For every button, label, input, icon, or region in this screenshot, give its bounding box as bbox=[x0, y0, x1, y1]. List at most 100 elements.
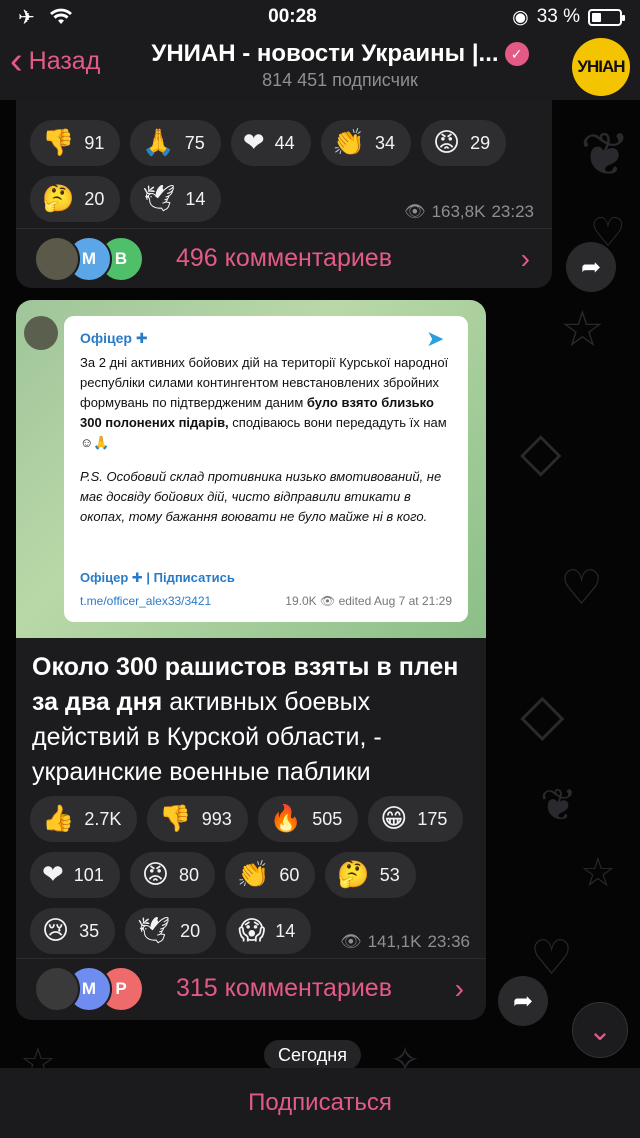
dove-icon: 🕊 bbox=[137, 916, 171, 946]
message-meta: 👁 141,1K 23:36 bbox=[340, 932, 470, 952]
comments-count: 496 комментариев bbox=[176, 244, 392, 272]
reaction-dove[interactable]: 🕊 14 bbox=[130, 176, 222, 222]
heart-icon: ❤ bbox=[42, 860, 64, 890]
quoted-meta: 19.0K 👁 edited Aug 7 at 21:29 bbox=[285, 594, 452, 608]
channel-info[interactable]: УНИАН - новости Украины |... ✓ 814 451 п… bbox=[130, 40, 550, 91]
reaction-count: 14 bbox=[275, 920, 296, 941]
fire-icon: 🔥 bbox=[269, 804, 303, 834]
reaction-pray[interactable]: 🙏 75 bbox=[130, 120, 221, 166]
reaction-angry[interactable]: 😡 80 bbox=[129, 852, 215, 898]
grin-icon: 😁 bbox=[380, 804, 408, 834]
reaction-thinking[interactable]: 🤔 20 bbox=[30, 176, 121, 222]
quoted-edited: edited Aug 7 at 21:29 bbox=[338, 594, 452, 608]
date-separator: Сегодня bbox=[264, 1040, 361, 1070]
comments-count: 315 комментариев bbox=[176, 974, 392, 1002]
reaction-count: 101 bbox=[73, 864, 104, 885]
reaction-heart[interactable]: ❤ 44 bbox=[230, 120, 311, 166]
comments-button[interactable]: M B 496 комментариев › bbox=[16, 228, 552, 288]
leaf-doodle-icon: ❦ bbox=[540, 780, 577, 831]
reaction-clap[interactable]: 👏 60 bbox=[224, 852, 316, 898]
message-meta: 👁 163,8K 23:23 bbox=[404, 202, 534, 222]
embedded-screenshot[interactable]: Офіцер ✚ ➤ За 2 дні активних бойових дій… bbox=[16, 300, 486, 638]
reactions-list: 👍 2.7K 👎 993 🔥 505 😁 175 ❤ 101 😡 80 👏 60 🤔 53 😢 35 🕊 20 😱 14 bbox=[30, 796, 480, 954]
message-text: Около 300 рашистов взяты в плен за два д… bbox=[32, 650, 472, 790]
reaction-count: 14 bbox=[185, 188, 206, 209]
thinking-icon: 🤔 bbox=[337, 860, 370, 890]
verified-badge-icon: ✓ bbox=[504, 42, 529, 66]
reaction-thumbs-down[interactable]: 👎 91 bbox=[30, 120, 121, 166]
share-icon: ➦ bbox=[512, 987, 534, 1015]
view-count: 141,1K bbox=[367, 932, 422, 951]
reaction-heart[interactable]: ❤ 101 bbox=[30, 852, 120, 898]
wifi-icon bbox=[49, 8, 72, 24]
reaction-clap[interactable]: 👏 34 bbox=[320, 120, 412, 166]
channel-avatar[interactable]: УНІАН bbox=[572, 38, 630, 96]
battery-icon bbox=[588, 8, 625, 26]
thinking-icon: 🤔 bbox=[42, 184, 75, 214]
channel-title: УНИАН - новости Украины |... bbox=[151, 40, 499, 67]
battery-percent: 33 % bbox=[536, 6, 580, 27]
reaction-count: 91 bbox=[84, 132, 105, 153]
avatar bbox=[34, 965, 80, 1012]
message-time: 23:23 bbox=[491, 202, 534, 221]
scroll-down-button[interactable]: ⌄ bbox=[572, 1002, 628, 1058]
quoted-postscript: P.S. Особовий склад противника низько вм… bbox=[80, 469, 442, 524]
airplane-mode-icon: ✈ bbox=[18, 6, 35, 29]
heart-doodle-icon: ♡ bbox=[530, 930, 574, 986]
thumbs-up-icon: 👍 bbox=[42, 804, 75, 834]
heart-icon: ❤ bbox=[242, 128, 265, 158]
reaction-thumbs-down[interactable]: 👎 993 bbox=[147, 796, 248, 842]
reaction-count: 34 bbox=[375, 132, 396, 153]
scream-icon: 😱 bbox=[238, 916, 266, 946]
reaction-count: 175 bbox=[417, 808, 448, 829]
star-doodle-icon: ☆ bbox=[580, 850, 616, 896]
thumbs-down-icon: 👎 bbox=[159, 804, 192, 834]
reaction-scream[interactable]: 😱 14 bbox=[226, 908, 312, 954]
reaction-count: 20 bbox=[180, 920, 201, 941]
back-label: Назад bbox=[28, 46, 101, 75]
reaction-count: 505 bbox=[312, 808, 343, 829]
quoted-link: t.me/officer_alex33/3421 bbox=[80, 594, 212, 608]
reaction-cry[interactable]: 😢 35 bbox=[30, 908, 116, 954]
reaction-dove[interactable]: 🕊 20 bbox=[125, 908, 217, 954]
share-button[interactable]: ➦ bbox=[498, 976, 548, 1026]
clock: 00:28 bbox=[268, 6, 317, 27]
leaf-doodle-icon: ❦ bbox=[580, 120, 631, 190]
reaction-count: 35 bbox=[79, 920, 100, 941]
reaction-count: 20 bbox=[84, 188, 105, 209]
subscribe-button[interactable]: Подписаться bbox=[0, 1068, 640, 1138]
reaction-thumbs-up[interactable]: 👍 2.7K bbox=[30, 796, 138, 842]
quoted-telegram-post: Офіцер ✚ ➤ За 2 дні активних бойових дій… bbox=[64, 316, 468, 622]
chevron-right-icon: › bbox=[520, 242, 530, 274]
subscriber-count: 814 451 подписчик bbox=[262, 70, 418, 90]
comments-button[interactable]: M P 315 комментариев › bbox=[16, 958, 486, 1018]
quoted-text: За 2 дні активних бойових дій на територ… bbox=[80, 353, 452, 453]
quoted-views: 19.0K bbox=[285, 594, 317, 608]
reaction-fire[interactable]: 🔥 505 bbox=[257, 796, 359, 842]
avatar bbox=[34, 235, 80, 282]
reaction-count: 80 bbox=[178, 864, 199, 885]
clap-icon: 👏 bbox=[332, 128, 366, 158]
clap-icon: 👏 bbox=[236, 860, 270, 890]
chat-header: ‹ Назад УНИАН - новости Украины |... ✓ 8… bbox=[0, 34, 640, 100]
star-doodle-icon: ☆ bbox=[560, 300, 605, 358]
chevron-down-icon: ⌄ bbox=[588, 1014, 612, 1046]
back-button[interactable]: ‹ Назад bbox=[10, 42, 101, 80]
reaction-count: 993 bbox=[201, 808, 232, 829]
eye-icon: 👁 bbox=[403, 202, 426, 221]
orientation-lock-icon: ◉ bbox=[512, 6, 529, 28]
eye-icon: 👁 bbox=[339, 932, 362, 951]
reaction-angry[interactable]: 😡 29 bbox=[421, 120, 507, 166]
reaction-count: 29 bbox=[470, 132, 491, 153]
reaction-count: 2.7K bbox=[84, 808, 122, 829]
eye-icon: 👁 bbox=[319, 594, 339, 608]
reaction-thinking[interactable]: 🤔 53 bbox=[325, 852, 416, 898]
commenter-avatars: M P bbox=[34, 964, 144, 1014]
telegram-icon: ➤ bbox=[426, 326, 445, 351]
share-icon: ➦ bbox=[580, 253, 602, 281]
cry-icon: 😢 bbox=[42, 916, 70, 946]
commenter-avatars: M B bbox=[34, 234, 144, 284]
reaction-grin[interactable]: 😁 175 bbox=[368, 796, 464, 842]
thumbs-down-icon: 👎 bbox=[42, 128, 75, 158]
share-button[interactable]: ➦ bbox=[566, 242, 616, 292]
